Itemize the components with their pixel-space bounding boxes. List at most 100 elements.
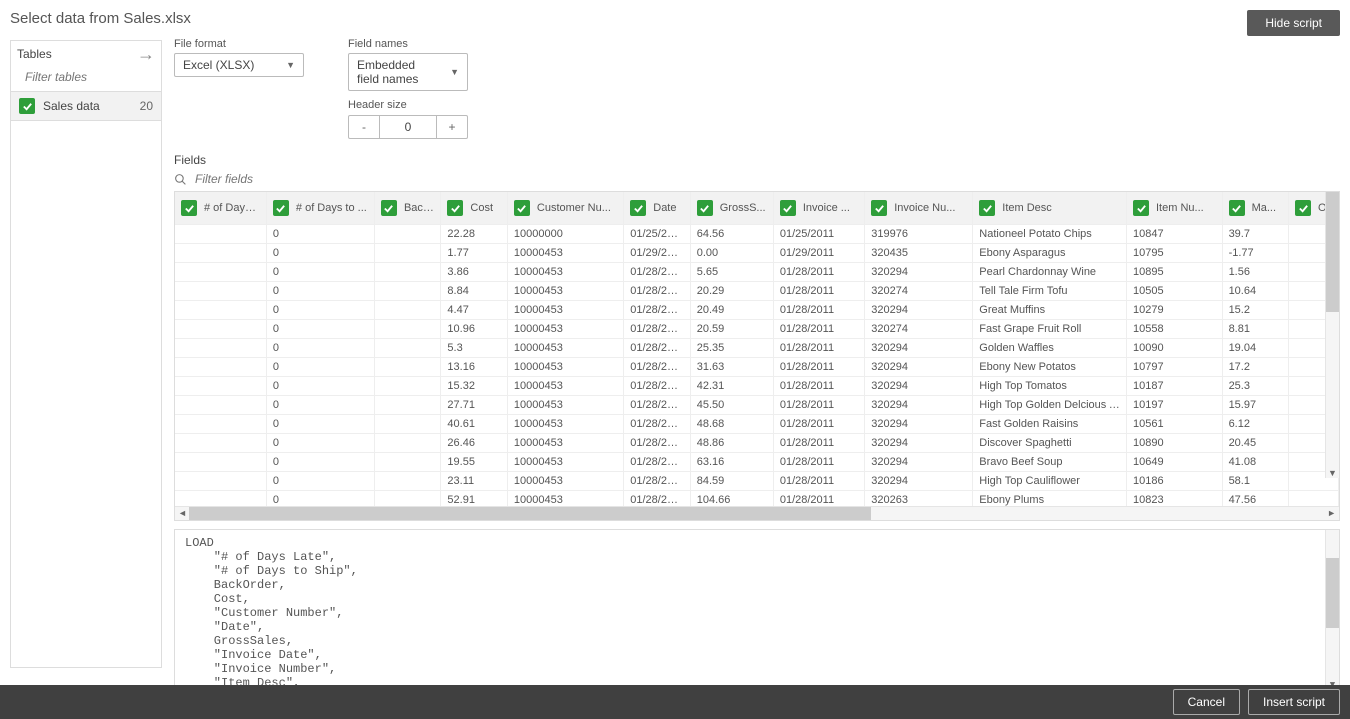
insert-script-button[interactable]: Insert script [1248, 689, 1340, 715]
table-item-sales-data[interactable]: Sales data 20 [11, 91, 161, 121]
column-header[interactable]: Cost [441, 192, 507, 225]
cell [374, 415, 440, 434]
header-size-value[interactable]: 0 [379, 116, 437, 138]
column-label: Item Desc [1002, 202, 1052, 214]
table-row[interactable]: 03.861000045301/28/20115.6501/28/2011320… [175, 263, 1339, 282]
cell: 19.55 [441, 453, 507, 472]
cell [175, 491, 266, 507]
column-header[interactable]: Invoice ... [773, 192, 864, 225]
table-row[interactable]: 019.551000045301/28/201163.1601/28/20113… [175, 453, 1339, 472]
scrollbar-thumb[interactable] [189, 507, 871, 520]
header-size-minus[interactable]: - [349, 116, 379, 138]
table-row[interactable]: 013.161000045301/28/201131.6301/28/20113… [175, 358, 1339, 377]
table-row[interactable]: 026.461000045301/28/201148.8601/28/20113… [175, 434, 1339, 453]
checkbox-checked-icon[interactable] [697, 200, 713, 216]
cell: 10847 [1127, 225, 1223, 244]
hide-script-button[interactable]: Hide script [1247, 10, 1340, 36]
checkbox-checked-icon[interactable] [1229, 200, 1245, 216]
cell: 10561 [1127, 415, 1223, 434]
cell: 320435 [865, 244, 973, 263]
cell: 10.96 [441, 320, 507, 339]
cell: 01/28/2011 [773, 415, 864, 434]
cell [175, 225, 266, 244]
cell: 5.65 [690, 263, 773, 282]
cell [374, 282, 440, 301]
vertical-scrollbar[interactable]: ▼ [1325, 192, 1339, 478]
table-row[interactable]: 01.771000045301/29/20110.0001/29/2011320… [175, 244, 1339, 263]
table-row[interactable]: 052.911000045301/28/2011104.6601/28/2011… [175, 491, 1339, 507]
file-format-label: File format [174, 38, 304, 50]
file-format-select[interactable]: Excel (XLSX) ▼ [174, 53, 304, 77]
checkbox-checked-icon[interactable] [447, 200, 463, 216]
column-header[interactable]: BackO... [374, 192, 440, 225]
table-row[interactable]: 04.471000045301/28/201120.4901/28/201132… [175, 301, 1339, 320]
cell: 10279 [1127, 301, 1223, 320]
cell: 47.56 [1222, 491, 1288, 507]
table-row[interactable]: 022.281000000001/25/201164.5601/25/20113… [175, 225, 1339, 244]
table-row[interactable]: 040.611000045301/28/201148.6801/28/20113… [175, 415, 1339, 434]
column-header[interactable]: Date [624, 192, 690, 225]
cell: 320294 [865, 396, 973, 415]
cell [374, 301, 440, 320]
cell: 0 [266, 320, 374, 339]
cell: 48.68 [690, 415, 773, 434]
checkbox-checked-icon[interactable] [181, 200, 197, 216]
cell: 01/28/2011 [624, 358, 690, 377]
column-header[interactable]: # of Days ... [175, 192, 266, 225]
checkbox-checked-icon[interactable] [1133, 200, 1149, 216]
scroll-down-icon[interactable]: ▼ [1326, 468, 1339, 478]
column-header[interactable]: Customer Nu... [507, 192, 623, 225]
column-header[interactable]: Invoice Nu... [865, 192, 973, 225]
table-row[interactable]: 05.31000045301/28/201125.3501/28/2011320… [175, 339, 1339, 358]
checkbox-checked-icon[interactable] [979, 200, 995, 216]
cell: 13.16 [441, 358, 507, 377]
scrollbar-thumb[interactable] [1326, 558, 1339, 628]
column-header[interactable]: Item Nu... [1127, 192, 1223, 225]
cell: 320294 [865, 358, 973, 377]
table-row[interactable]: 010.961000045301/28/201120.5901/28/20113… [175, 320, 1339, 339]
checkbox-checked-icon[interactable] [630, 200, 646, 216]
checkbox-checked-icon[interactable] [381, 200, 397, 216]
cell: 58.1 [1222, 472, 1288, 491]
filter-tables-input[interactable] [23, 69, 184, 85]
vertical-scrollbar[interactable]: ▼ [1325, 530, 1339, 690]
table-row[interactable]: 023.111000045301/28/201184.5901/28/20113… [175, 472, 1339, 491]
cell: 0 [266, 377, 374, 396]
checkbox-checked-icon[interactable] [871, 200, 887, 216]
cell: Pearl Chardonnay Wine [973, 263, 1127, 282]
cell: 10197 [1127, 396, 1223, 415]
cell: Great Muffins [973, 301, 1127, 320]
column-header[interactable]: Ma... [1222, 192, 1288, 225]
table-row[interactable]: 08.841000045301/28/201120.2901/28/201132… [175, 282, 1339, 301]
scroll-right-icon[interactable]: ► [1324, 508, 1339, 518]
cell [374, 434, 440, 453]
checkbox-checked-icon[interactable] [273, 200, 289, 216]
checkbox-checked-icon[interactable] [19, 98, 35, 114]
page-title: Select data from Sales.xlsx [10, 10, 191, 27]
cell [175, 434, 266, 453]
filter-fields-input[interactable] [193, 171, 1322, 187]
checkbox-checked-icon[interactable] [780, 200, 796, 216]
cell [175, 282, 266, 301]
cell: 01/28/2011 [624, 339, 690, 358]
header-size-plus[interactable]: + [437, 116, 467, 138]
column-header[interactable]: # of Days to ... [266, 192, 374, 225]
checkbox-checked-icon[interactable] [1295, 200, 1311, 216]
table-row[interactable]: 027.711000045301/28/201145.5001/28/20113… [175, 396, 1339, 415]
cell [374, 320, 440, 339]
table-row[interactable]: 015.321000045301/28/201142.3101/28/20113… [175, 377, 1339, 396]
cell: 20.29 [690, 282, 773, 301]
cell: 320294 [865, 453, 973, 472]
script-editor[interactable]: LOAD "# of Days Late", "# of Days to Shi… [174, 529, 1340, 691]
cell: 10000453 [507, 377, 623, 396]
scroll-left-icon[interactable]: ◄ [175, 508, 190, 518]
scrollbar-thumb[interactable] [1326, 192, 1339, 312]
cancel-button[interactable]: Cancel [1173, 689, 1240, 715]
field-names-select[interactable]: Embedded field names ▼ [348, 53, 468, 91]
checkbox-checked-icon[interactable] [514, 200, 530, 216]
column-label: # of Days ... [204, 202, 260, 214]
horizontal-scrollbar[interactable]: ◄ ► [175, 506, 1339, 520]
column-header[interactable]: GrossS... [690, 192, 773, 225]
arrow-right-icon[interactable]: → [137, 49, 155, 59]
column-header[interactable]: Item Desc [973, 192, 1127, 225]
